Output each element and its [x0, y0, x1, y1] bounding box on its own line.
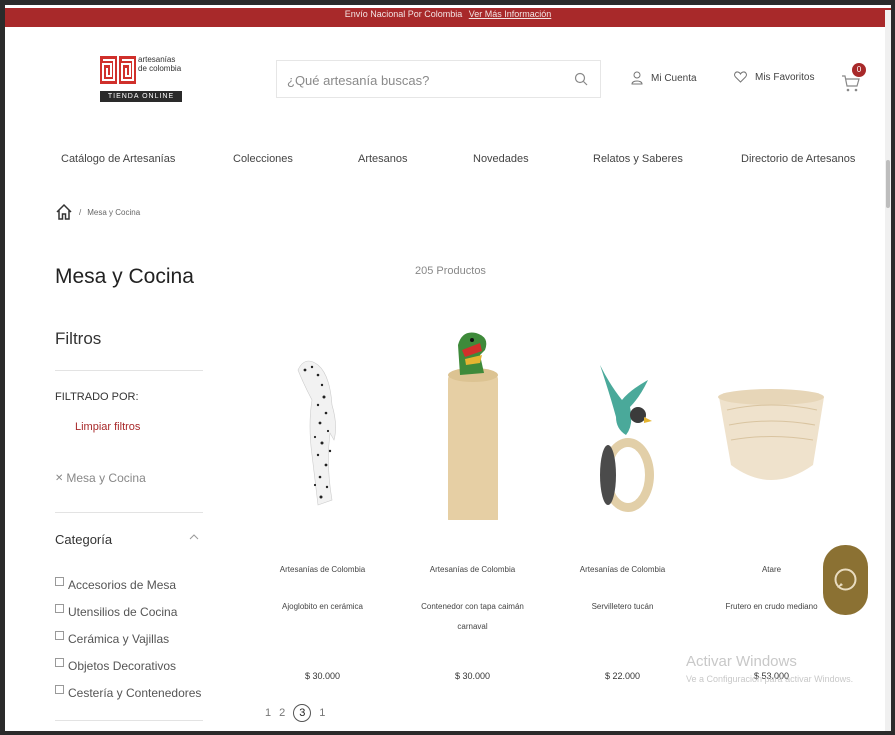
nav-relatos[interactable]: Relatos y Saberes	[593, 153, 683, 165]
scrollbar-thumb[interactable]	[886, 160, 890, 208]
product-brand[interactable]: Artesanías de Colombia	[560, 565, 685, 574]
product-brand[interactable]: Artesanías de Colombia	[260, 565, 385, 574]
remove-filter-icon: ✕	[55, 472, 64, 484]
category-option[interactable]: Cerámica y Vajillas	[55, 625, 201, 652]
category-label: Utensilios de Cocina	[68, 604, 178, 619]
product-price: $ 22.000	[604, 671, 641, 681]
search-icon[interactable]	[574, 72, 588, 86]
filtered-by-label: FILTRADO POR:	[55, 391, 139, 403]
category-label: Objetos Decorativos	[68, 658, 177, 673]
divider	[55, 512, 203, 513]
product-count: 205 Productos	[415, 265, 486, 277]
cart-button[interactable]: 0	[841, 63, 871, 95]
browser-page: Envío Nacional Por Colombia Ver Más Info…	[5, 5, 891, 731]
product-name[interactable]: Contenedor con tapa caimán	[410, 597, 535, 617]
watermark-line-1: Activar Windows	[686, 653, 797, 670]
watermark-line-2: Ve a Configuración para activar Windows.	[686, 674, 854, 684]
account-label: Mi Cuenta	[651, 72, 697, 84]
category-label: Cerámica y Vajillas	[68, 631, 170, 646]
nav-colecciones[interactable]: Colecciones	[233, 153, 293, 165]
favorites-link[interactable]: Mis Favoritos	[734, 71, 814, 83]
product-price: $ 30.000	[304, 671, 341, 681]
page-link[interactable]: 1	[265, 707, 271, 719]
page-title: Mesa y Cocina	[55, 265, 194, 288]
applied-filter[interactable]: ✕ Mesa y Cocina	[55, 471, 146, 485]
category-option[interactable]: Objetos Decorativos	[55, 652, 201, 679]
product-image[interactable]	[560, 325, 685, 520]
breadcrumb-separator: /	[79, 207, 82, 217]
category-label: Cestería y Contenedores	[68, 685, 202, 700]
category-title: Categoría	[55, 532, 113, 547]
heart-icon	[734, 71, 747, 83]
logo-line-1: artesanías	[138, 55, 176, 64]
cart-count-badge: 0	[852, 63, 866, 77]
category-option[interactable]: Accesorios de Mesa	[55, 571, 201, 598]
product-name[interactable]: Frutero en crudo mediano	[709, 597, 834, 617]
product-brand[interactable]: Atare	[709, 565, 834, 574]
category-label: Accesorios de Mesa	[68, 577, 177, 592]
logo-text: artesanías de colombia	[138, 55, 181, 73]
main-nav: Catálogo de Artesanías Colecciones Artes…	[5, 153, 891, 173]
search-input[interactable]	[285, 69, 559, 91]
chevron-up-icon	[189, 534, 199, 540]
page-link[interactable]: 2	[279, 707, 285, 719]
breadcrumb-current: Mesa y Cocina	[87, 207, 141, 217]
pagination: 1 2 3 1	[265, 704, 325, 722]
logo-bar: TIENDA ONLINE	[100, 91, 182, 102]
nav-catalogo[interactable]: Catálogo de Artesanías	[61, 153, 175, 165]
product-name-line-2[interactable]: carnaval	[410, 617, 535, 637]
home-icon[interactable]	[55, 203, 73, 221]
product-brand[interactable]: Artesanías de Colombia	[410, 565, 535, 574]
product-image[interactable]	[709, 325, 834, 520]
nav-directorio[interactable]: Directorio de Artesanos	[741, 153, 855, 165]
breadcrumb: / Mesa y Cocina	[55, 203, 140, 221]
category-filter-header[interactable]: Categoría	[55, 532, 203, 547]
windows-activation-watermark: Activar Windows Ve a Configuración para …	[686, 653, 853, 684]
logo-mark-icon	[100, 56, 136, 84]
page-link[interactable]: 1	[319, 707, 325, 719]
product-name[interactable]: Ajoglobito en cerámica	[260, 597, 385, 617]
nav-novedades[interactable]: Novedades	[473, 153, 529, 165]
applied-filter-label: Mesa y Cocina	[66, 471, 146, 485]
product-image[interactable]	[410, 325, 535, 520]
checkbox[interactable]	[55, 577, 64, 586]
product-image[interactable]	[260, 325, 385, 520]
checkbox[interactable]	[55, 658, 64, 667]
category-option[interactable]: Cestería y Contenedores	[55, 679, 201, 706]
product-name[interactable]: Servilletero tucán	[560, 597, 685, 617]
scrollbar[interactable]	[885, 10, 891, 731]
checkbox[interactable]	[55, 685, 64, 694]
promo-link[interactable]: Ver Más Información	[469, 9, 552, 19]
category-option[interactable]: Utensilios de Cocina	[55, 598, 201, 625]
category-list: Accesorios de Mesa Utensilios de Cocina …	[55, 571, 201, 706]
clear-filters-link[interactable]: Limpiar filtros	[75, 421, 140, 433]
page-current[interactable]: 3	[293, 704, 312, 722]
checkbox[interactable]	[55, 604, 64, 613]
search-box	[276, 60, 601, 98]
filters-title: Filtros	[55, 329, 102, 348]
favorites-label: Mis Favoritos	[755, 71, 815, 83]
chat-button[interactable]	[823, 545, 868, 615]
logo-line-2: de colombia	[138, 64, 182, 73]
account-link[interactable]: Mi Cuenta	[631, 71, 697, 85]
product-price: $ 30.000	[454, 671, 491, 681]
checkbox[interactable]	[55, 631, 64, 640]
user-icon	[631, 71, 643, 85]
promo-text: Envío Nacional Por Colombia	[344, 9, 463, 19]
divider	[55, 370, 203, 371]
site-logo[interactable]: artesanías de colombia TIENDA ONLINE	[100, 53, 186, 105]
chat-icon	[834, 568, 857, 591]
promo-bar: Envío Nacional Por Colombia Ver Más Info…	[5, 8, 891, 27]
nav-artesanos[interactable]: Artesanos	[358, 153, 408, 165]
divider	[55, 720, 203, 721]
